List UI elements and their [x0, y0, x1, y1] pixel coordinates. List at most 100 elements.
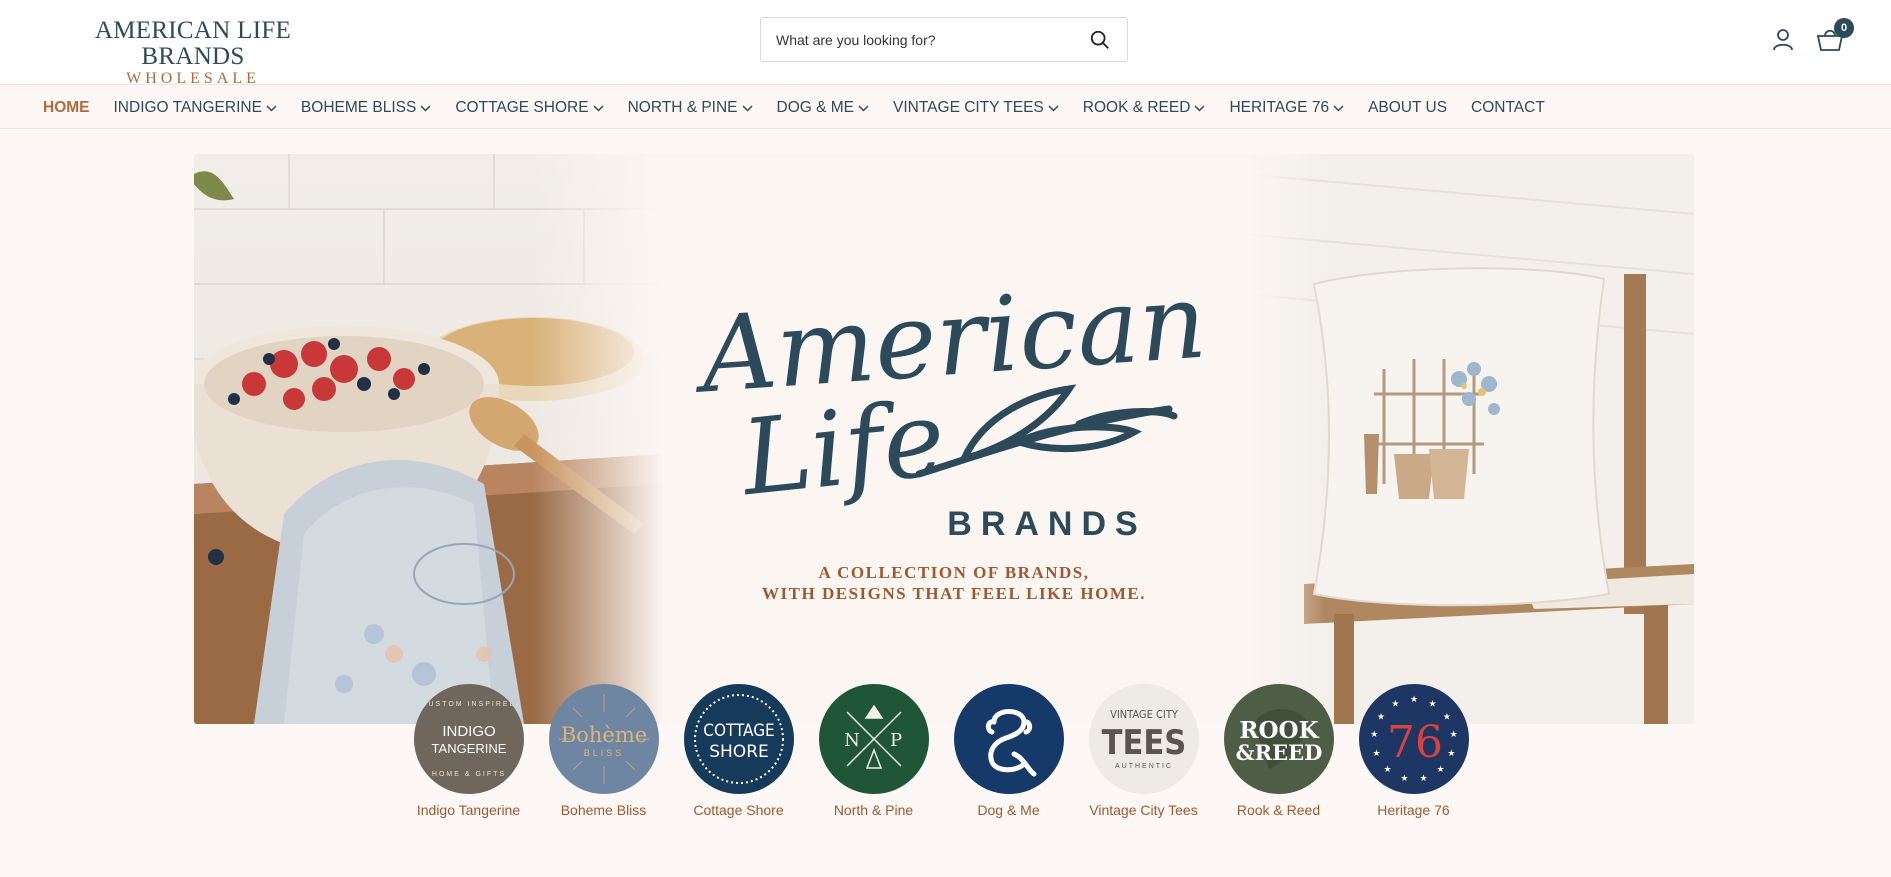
brand-label-boheme-bliss[interactable]: Boheme Bliss	[561, 802, 647, 818]
star-icon: ★	[1391, 699, 1399, 709]
search-box	[760, 17, 1128, 62]
hero-script-life: Life	[734, 377, 950, 520]
brand-badge-rook-reed[interactable]: ROOK &REED Rook & Reed	[1211, 684, 1346, 818]
hero-brands-word: BRANDS	[947, 505, 1146, 543]
brand-badge-vintage-city-tees[interactable]: VINTAGE CITY TEES AUTHENTIC Vintage City…	[1076, 684, 1211, 818]
north-pine-logo-p: P	[889, 730, 901, 751]
main-navigation: HOME INDIGO TANGERINE BOHEME BLISS COTTAGE …	[0, 86, 1891, 129]
brand-badge-heritage-76[interactable]: ★ ★ ★ ★ ★ ★ ★ ★ ★ ★ ★ ★ ★ 76 Heritage 76	[1346, 684, 1481, 818]
brand-label-vintage-city-tees[interactable]: Vintage City Tees	[1089, 802, 1197, 818]
brand-label-indigo-tangerine[interactable]: Indigo Tangerine	[417, 802, 520, 818]
chevron-down-icon[interactable]	[266, 104, 277, 112]
nav-item-label: DOG & ME	[776, 98, 855, 116]
vintage-city-tees-logo-line-1: VINTAGE CITY	[1110, 708, 1179, 721]
brand-badge-boheme-bliss[interactable]: Bohème BLISS Boheme Bliss	[536, 684, 671, 818]
nav-item-contact[interactable]: CONTACT	[1471, 99, 1545, 117]
star-icon: ★	[1409, 694, 1417, 704]
star-icon: ★	[1372, 748, 1380, 758]
chevron-down-icon[interactable]	[1048, 104, 1059, 112]
indigo-tangerine-ring-bottom: HOME & GIFTS	[431, 771, 505, 778]
vintage-city-tees-logo-icon[interactable]: VINTAGE CITY TEES AUTHENTIC	[1088, 684, 1199, 794]
star-icon: ★	[1449, 729, 1457, 739]
indigo-tangerine-ring-top: CUSTOM INSPIRED	[421, 701, 516, 708]
star-icon: ★	[1442, 711, 1450, 721]
vintage-city-tees-logo-line-2: TEES	[1101, 723, 1186, 763]
brand-label-cottage-shore[interactable]: Cottage Shore	[693, 802, 783, 818]
logo-line-1: AMERICAN LIFE BRANDS	[94, 17, 292, 70]
leaf-icon	[915, 384, 1178, 478]
hero-pillow-photo	[1244, 154, 1694, 724]
nav-item-about-us[interactable]: ABOUT US	[1368, 99, 1447, 117]
brand-badge-cottage-shore[interactable]: COTTAGE SHORE Cottage Shore	[671, 684, 806, 818]
rook-reed-logo-icon[interactable]: ROOK &REED	[1223, 684, 1334, 794]
nav-item-label: NORTH & PINE	[627, 98, 738, 116]
nav-item-indigo-tangerine[interactable]: INDIGO TANGERINE	[114, 99, 277, 117]
hero-kitchen-photo	[194, 154, 664, 724]
nav-item-dog-me[interactable]: DOG & ME	[777, 99, 870, 117]
north-pine-logo-n: N	[844, 730, 860, 751]
nav-item-label: BOHEME BLISS	[300, 98, 417, 116]
star-icon: ★	[1419, 773, 1427, 783]
cart-count-badge: 0	[1834, 18, 1854, 38]
nav-item-label: CONTACT	[1471, 98, 1545, 116]
star-icon: ★	[1447, 748, 1455, 758]
american-life-brands-logo: American Life BRANDS	[689, 260, 1210, 543]
brand-label-north-pine[interactable]: North & Pine	[834, 802, 913, 818]
indigo-tangerine-logo-line-1: INDIGO	[442, 723, 495, 740]
nav-item-cottage-shore[interactable]: COTTAGE SHORE	[455, 98, 604, 117]
nav-item-label: HERITAGE 76	[1229, 98, 1330, 116]
chevron-down-icon[interactable]	[1333, 104, 1344, 112]
boheme-bliss-logo-icon[interactable]: Bohème BLISS	[548, 684, 659, 794]
search-input[interactable]	[776, 18, 1076, 61]
chevron-down-icon[interactable]	[420, 104, 431, 112]
hero-tagline-line-1: A COLLECTION OF BRANDS,	[818, 563, 1090, 582]
nav-item-label: INDIGO TANGERINE	[113, 98, 262, 116]
north-pine-logo-icon[interactable]: N P	[818, 684, 929, 794]
hero-script-american: American	[689, 260, 1210, 418]
brand-label-heritage-76[interactable]: Heritage 76	[1377, 802, 1449, 818]
star-icon: ★	[1377, 711, 1385, 721]
cottage-shore-logo-line-1: COTTAGE	[703, 721, 774, 741]
brand-badge-north-pine[interactable]: N P North & Pine	[806, 684, 941, 818]
nav-item-home[interactable]: HOME	[43, 99, 90, 117]
nav-item-north-pine[interactable]: NORTH & PINE	[628, 99, 753, 117]
brand-label-dog-me[interactable]: Dog & Me	[977, 802, 1039, 818]
nav-item-heritage-76[interactable]: HERITAGE 76	[1229, 99, 1344, 117]
nav-item-vintage-city-tees[interactable]: VINTAGE CITY TEES	[893, 99, 1059, 117]
brand-badge-dog-me[interactable]: Dog & Me	[941, 684, 1076, 818]
brand-label-rook-reed[interactable]: Rook & Reed	[1237, 802, 1320, 818]
cottage-shore-logo-icon[interactable]: COTTAGE SHORE	[683, 684, 794, 794]
account-icon[interactable]	[1771, 27, 1795, 51]
nav-item-label: HOME	[43, 98, 90, 116]
hero-tagline-line-2: WITH DESIGNS THAT FEEL LIKE HOME.	[762, 584, 1146, 603]
vintage-city-tees-logo-line-3: AUTHENTIC	[1114, 763, 1172, 770]
heritage-76-logo-icon[interactable]: ★ ★ ★ ★ ★ ★ ★ ★ ★ ★ ★ ★ ★ 76	[1358, 684, 1469, 794]
site-header: AMERICAN LIFE BRANDS WHOLESALE 0	[0, 0, 1891, 88]
indigo-tangerine-logo-icon[interactable]: CUSTOM INSPIRED INDIGO TANGERINE HOME & …	[413, 684, 524, 794]
star-icon: ★	[1400, 773, 1408, 783]
indigo-tangerine-logo-line-2: TANGERINE	[431, 741, 506, 756]
nav-item-label: VINTAGE CITY TEES	[893, 98, 1044, 116]
boheme-bliss-logo-line-2: BLISS	[583, 748, 624, 758]
brand-badge-indigo-tangerine[interactable]: CUSTOM INSPIRED INDIGO TANGERINE HOME & …	[401, 684, 536, 818]
rook-reed-logo-line-2: &REED	[1235, 740, 1322, 765]
chevron-down-icon[interactable]	[1194, 104, 1205, 112]
cottage-shore-logo-line-2: SHORE	[709, 742, 769, 762]
nav-item-label: ROOK & REED	[1082, 98, 1191, 116]
dog-me-logo-icon[interactable]	[953, 684, 1064, 794]
boheme-bliss-logo-line-1: Bohème	[560, 723, 646, 747]
star-icon: ★	[1428, 699, 1436, 709]
search-icon[interactable]	[1089, 29, 1111, 51]
star-icon: ★	[1370, 729, 1378, 739]
chevron-down-icon[interactable]	[858, 104, 869, 112]
nav-item-boheme-bliss[interactable]: BOHEME BLISS	[301, 99, 431, 117]
hero-brand-lockup: American Life BRANDS A COLLECTION OF BRA…	[664, 154, 1244, 724]
heritage-76-logo-number: 76	[1387, 717, 1443, 768]
brand-badges-row: CUSTOM INSPIRED INDIGO TANGERINE HOME & …	[401, 684, 1481, 818]
site-logo[interactable]: AMERICAN LIFE BRANDS WHOLESALE	[43, 18, 343, 88]
nav-item-rook-reed[interactable]: ROOK & REED	[1083, 99, 1206, 117]
chevron-down-icon[interactable]	[593, 104, 604, 112]
nav-item-label: ABOUT US	[1368, 98, 1448, 116]
chevron-down-icon[interactable]	[741, 104, 753, 112]
nav-item-label: COTTAGE SHORE	[455, 98, 589, 116]
